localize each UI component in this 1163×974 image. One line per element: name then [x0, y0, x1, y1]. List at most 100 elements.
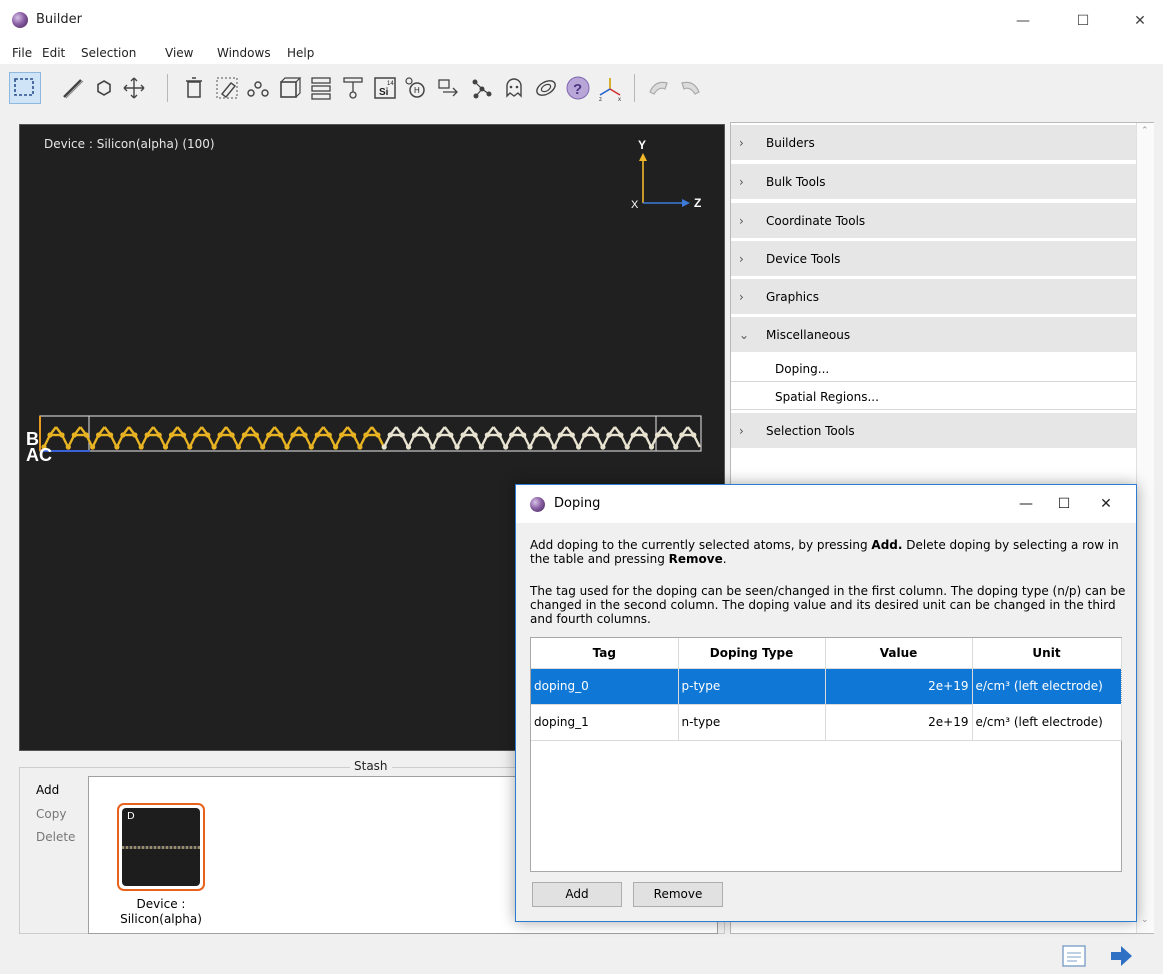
atom[interactable] — [357, 444, 363, 450]
menu-edit[interactable]: Edit — [42, 46, 65, 60]
atom[interactable] — [478, 444, 484, 450]
atom[interactable] — [381, 444, 387, 450]
atom[interactable] — [187, 444, 193, 450]
atom[interactable] — [654, 432, 661, 438]
atom[interactable] — [496, 432, 502, 438]
table-row[interactable]: doping_0 p-type 2e+19 e/cm³ (left electr… — [531, 667, 1122, 705]
atom[interactable] — [363, 432, 369, 438]
atom[interactable] — [569, 432, 575, 438]
atom[interactable] — [83, 432, 89, 438]
remove-button[interactable]: Remove — [633, 882, 723, 907]
atom[interactable] — [120, 432, 126, 438]
atom[interactable] — [472, 432, 478, 438]
dialog-maximize-button[interactable]: ☐ — [1046, 491, 1082, 517]
atom[interactable] — [509, 432, 515, 438]
unit-cell-tool-button[interactable] — [275, 74, 303, 102]
atom[interactable] — [454, 444, 460, 450]
atom[interactable] — [594, 432, 600, 438]
atom[interactable] — [253, 432, 259, 438]
atom[interactable] — [138, 444, 144, 450]
extend-tool-button[interactable] — [435, 74, 463, 102]
atom[interactable] — [484, 432, 490, 438]
element-tool-button[interactable]: Si 14 — [371, 74, 399, 102]
atom[interactable] — [630, 432, 636, 438]
maximize-button[interactable]: ☐ — [1063, 6, 1103, 36]
atom[interactable] — [648, 444, 655, 450]
atom[interactable] — [339, 432, 345, 438]
atom[interactable] — [551, 444, 557, 450]
atom[interactable] — [679, 432, 685, 438]
atom[interactable] — [290, 432, 296, 438]
atom[interactable] — [557, 432, 563, 438]
atom[interactable] — [156, 432, 162, 438]
translate-tool-button[interactable] — [120, 74, 148, 102]
stash-delete-button[interactable]: Delete — [36, 830, 75, 844]
section-device-tools[interactable]: › Device Tools — [731, 241, 1136, 278]
dialog-minimize-button[interactable]: — — [1008, 491, 1044, 517]
tag-cell[interactable]: doping_0 — [531, 668, 679, 705]
minimize-button[interactable]: — — [1003, 6, 1043, 36]
atom[interactable] — [642, 432, 648, 438]
atom[interactable] — [96, 432, 102, 438]
column-header-unit[interactable]: Unit — [972, 638, 1122, 669]
menu-windows[interactable]: Windows — [217, 46, 271, 60]
atom[interactable] — [144, 432, 150, 438]
atom[interactable] — [673, 444, 679, 450]
stash-item-thumbnail[interactable]: D — [117, 803, 205, 891]
atom[interactable] — [666, 432, 673, 438]
coordinate-system-tool-button[interactable]: zx — [596, 74, 624, 103]
atom[interactable] — [411, 432, 418, 438]
unit-cell[interactable]: e/cm³ (left electrode) — [971, 667, 1122, 705]
menu-file[interactable]: File — [12, 46, 32, 60]
atom[interactable] — [302, 432, 308, 438]
tools-panel-scrollbar[interactable]: ⌃ ⌄ — [1136, 123, 1154, 933]
dialog-close-button[interactable]: ✕ — [1088, 491, 1124, 517]
ghost-tool-button[interactable] — [500, 74, 528, 102]
nanotube-tool-button[interactable] — [532, 74, 560, 102]
add-button[interactable]: Add — [532, 882, 622, 907]
close-button[interactable]: ✕ — [1120, 6, 1160, 36]
atom[interactable] — [132, 432, 138, 438]
menu-selection[interactable]: Selection — [81, 46, 136, 60]
tool-doping[interactable]: Doping... — [731, 355, 1136, 382]
tag-tool-button[interactable] — [213, 74, 241, 102]
atom[interactable] — [241, 432, 247, 438]
atom[interactable] — [436, 432, 442, 438]
rotate-tool-button[interactable] — [90, 74, 118, 102]
atom[interactable] — [600, 444, 606, 450]
atom[interactable] — [65, 444, 71, 450]
atom[interactable] — [260, 444, 266, 450]
atom[interactable] — [527, 444, 533, 450]
atom[interactable] — [576, 444, 582, 450]
atom[interactable] — [266, 432, 272, 438]
atom[interactable] — [114, 444, 120, 450]
atom[interactable] — [582, 432, 588, 438]
section-selection-tools[interactable]: › Selection Tools — [731, 413, 1136, 450]
atom[interactable] — [351, 432, 357, 438]
atom[interactable] — [59, 432, 65, 438]
atom[interactable] — [618, 432, 624, 438]
value-cell[interactable]: 2e+19 — [825, 668, 973, 705]
hydrogen-tool-button[interactable]: H — [402, 74, 430, 102]
layers-tool-button[interactable] — [307, 74, 335, 102]
atom[interactable] — [326, 432, 332, 438]
section-bulk-tools[interactable]: › Bulk Tools — [731, 164, 1136, 201]
notes-button[interactable] — [1061, 943, 1087, 969]
molecule-tool-button[interactable] — [467, 74, 495, 102]
atom[interactable] — [533, 432, 539, 438]
help-tool-button[interactable]: ? — [564, 74, 592, 102]
atom[interactable] — [229, 432, 235, 438]
undo-button[interactable] — [645, 74, 673, 102]
tag-cell[interactable]: doping_1 — [531, 704, 679, 741]
section-coordinate-tools[interactable]: › Coordinate Tools — [731, 203, 1136, 240]
delete-tool-button[interactable] — [180, 74, 208, 102]
atom[interactable] — [545, 432, 551, 438]
tool-spatial-regions[interactable]: Spatial Regions... — [731, 383, 1136, 410]
section-graphics[interactable]: › Graphics — [731, 279, 1136, 316]
attach-tool-button[interactable] — [339, 74, 367, 102]
scroll-down-icon[interactable]: ⌄ — [1141, 915, 1149, 925]
atom[interactable] — [606, 432, 612, 438]
atom[interactable] — [423, 432, 430, 438]
send-to-button[interactable] — [1108, 943, 1134, 969]
atom[interactable] — [308, 444, 314, 450]
